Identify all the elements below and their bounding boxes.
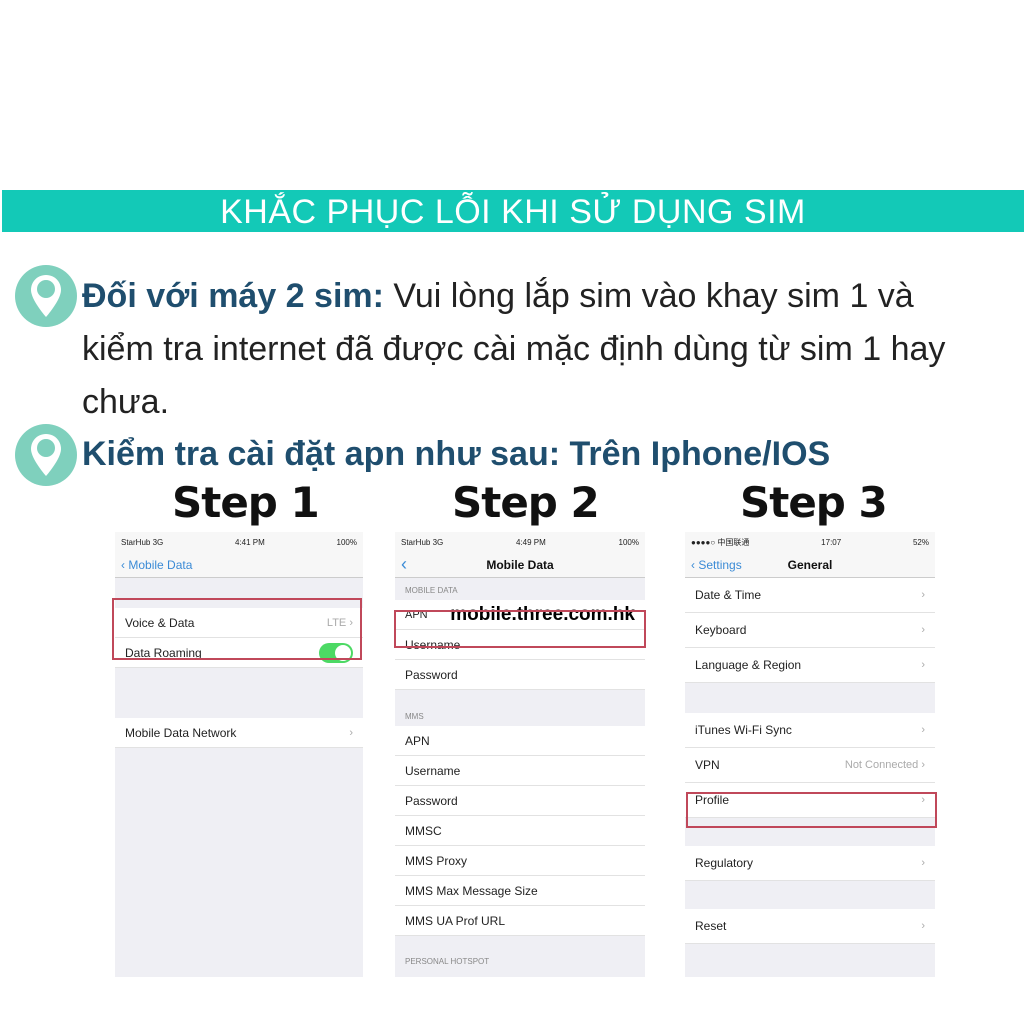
section-header: MMS bbox=[405, 712, 424, 721]
location-pin-icon bbox=[15, 424, 77, 486]
step-2-screen: StarHub 3G 4:49 PM 100% ‹ Mobile Data MOBIL… bbox=[395, 532, 645, 977]
status-bar: StarHub 3G 4:41 PM 100% bbox=[115, 532, 363, 552]
step-1-label: Step 1 bbox=[172, 478, 320, 527]
settings-row[interactable]: iTunes Wi-Fi Sync › bbox=[685, 713, 935, 748]
title-banner: KHẮC PHỤC LỖI KHI SỬ DỤNG SIM bbox=[2, 190, 1024, 232]
battery: 100% bbox=[336, 537, 357, 547]
settings-row[interactable]: Password bbox=[395, 660, 645, 690]
settings-row[interactable]: Reset › bbox=[685, 909, 935, 944]
tip-apn: Kiểm tra cài đặt apn như sau: Trên Iphon… bbox=[82, 428, 982, 481]
settings-row[interactable]: VPN Not Connected › bbox=[685, 748, 935, 783]
highlight-box bbox=[686, 792, 937, 828]
tip-dual-sim-heading: Đối với máy 2 sim: bbox=[82, 277, 384, 315]
settings-row[interactable]: Language & Region › bbox=[685, 648, 935, 683]
section-header: PERSONAL HOTSPOT bbox=[405, 957, 490, 966]
settings-row[interactable]: APN bbox=[395, 726, 645, 756]
settings-row[interactable]: MMS Max Message Size bbox=[395, 876, 645, 906]
settings-row[interactable]: Date & Time › bbox=[685, 578, 935, 613]
settings-row[interactable]: Regulatory › bbox=[685, 846, 935, 881]
tip-apn-heading: Kiểm tra cài đặt apn như sau: Trên Iphon… bbox=[82, 435, 831, 473]
nav-bar: ‹ Settings General bbox=[685, 552, 935, 578]
time: 4:41 PM bbox=[234, 537, 265, 547]
settings-row[interactable]: Username bbox=[395, 756, 645, 786]
settings-row[interactable]: MMS UA Prof URL bbox=[395, 906, 645, 936]
step-2-label: Step 2 bbox=[452, 478, 600, 527]
status-bar: StarHub 3G 4:49 PM 100% bbox=[395, 532, 645, 552]
back-button[interactable]: ‹ bbox=[401, 554, 407, 575]
settings-row[interactable]: Mobile Data Network › bbox=[115, 718, 363, 748]
back-button[interactable]: ‹ Mobile Data bbox=[121, 558, 192, 572]
back-button[interactable]: ‹ Settings bbox=[691, 558, 742, 572]
highlight-box bbox=[394, 610, 646, 648]
nav-bar: ‹ Mobile Data bbox=[115, 552, 363, 578]
step-3-screen: ●●●●○ 中国联通 17:07 52% ‹ Settings General Dat… bbox=[685, 532, 935, 977]
settings-row[interactable]: MMS Proxy bbox=[395, 846, 645, 876]
section-header: MOBILE DATA bbox=[405, 586, 458, 595]
nav-bar: ‹ Mobile Data bbox=[395, 552, 645, 578]
step-3-label: Step 3 bbox=[740, 478, 888, 527]
status-bar: ●●●●○ 中国联通 17:07 52% bbox=[685, 532, 935, 552]
location-pin-icon bbox=[15, 265, 77, 327]
settings-row[interactable]: MMSC bbox=[395, 816, 645, 846]
settings-row[interactable]: Password bbox=[395, 786, 645, 816]
settings-row[interactable]: Keyboard › bbox=[685, 613, 935, 648]
highlight-box bbox=[112, 598, 362, 660]
tip-dual-sim: Đối với máy 2 sim: Vui lòng lắp sim vào … bbox=[82, 270, 982, 429]
carrier: StarHub 3G bbox=[121, 537, 164, 547]
